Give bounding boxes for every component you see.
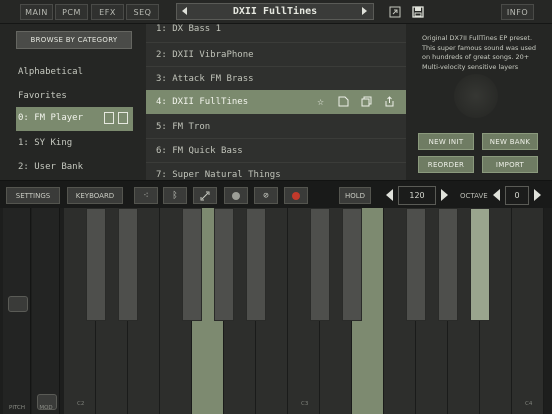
preset-list: 1: DX Bass 1 2: DXII VibraPhone 3: Attac… [146,24,406,180]
browse-by-category-button[interactable]: BROWSE BY CATEGORY [16,31,132,49]
pitch-wheel[interactable]: PITCH [3,208,31,414]
prev-preset-arrow-icon[interactable] [182,7,187,15]
list-item[interactable]: 7: Super Natural Things [146,163,406,180]
mod-label: MOD [39,405,53,411]
tempo-field[interactable]: 120 [398,186,436,205]
share-icon[interactable] [383,95,396,108]
tab-efx[interactable]: EFX [91,4,124,20]
octave-up-arrow-icon[interactable] [534,189,541,201]
octave-field[interactable]: 0 [505,186,529,205]
preset-info-panel: Original DX7II FullTines EP preset. This… [406,24,552,180]
save-icon[interactable] [411,5,425,19]
export-icon[interactable] [388,5,402,19]
import-button[interactable]: IMPORT [482,156,538,173]
tempo-down-arrow-icon[interactable] [386,189,393,201]
octave-marker: C3 [301,401,309,407]
hold-button[interactable]: HOLD [339,187,371,204]
preset-title: DXII FullTines [232,6,318,17]
bluetooth-icon[interactable]: ᛒ [163,187,187,204]
settings-button[interactable]: SETTINGS [6,187,60,204]
black-key[interactable] [342,208,362,321]
keyboard-button[interactable]: KEYBOARD [67,187,123,204]
black-key[interactable] [86,208,106,321]
circle-icon[interactable] [224,187,248,204]
category-alphabetical[interactable]: Alphabetical [18,67,83,77]
edit-icon[interactable] [337,95,350,108]
no-icon[interactable]: ⊘ [254,187,278,204]
bank-user-bank[interactable]: 2: User Bank [18,162,83,172]
black-key[interactable] [310,208,330,321]
new-init-button[interactable]: NEW INIT [418,133,474,150]
list-item[interactable]: 3: Attack FM Brass [146,67,406,91]
preset-description: Original DX7II FullTines EP preset. This… [422,34,537,71]
octave-label: OCTAVE [460,192,488,200]
info-button[interactable]: INFO [501,4,534,20]
mod-wheel[interactable]: MOD [32,208,60,414]
black-key[interactable] [438,208,458,321]
pitch-label: PITCH [9,405,25,411]
tab-main[interactable]: MAIN [20,4,53,20]
control-bar: SETTINGS KEYBOARD ⁖ ᛒ ⊘ HOLD 120 OCTAVE … [0,180,552,208]
category-favorites[interactable]: Favorites [18,91,67,101]
record-icon[interactable] [284,187,308,204]
list-item-selected[interactable]: 4: DXII FullTines ☆ [146,90,406,114]
pitch-wheel-handle[interactable] [8,296,28,312]
black-key[interactable] [470,208,490,321]
tab-seq[interactable]: SEQ [126,4,159,20]
tempo-up-arrow-icon[interactable] [441,189,448,201]
edit-icon[interactable] [104,112,114,124]
link-icon[interactable] [193,187,217,204]
category-panel: BROWSE BY CATEGORY Alphabetical Favorite… [0,24,146,180]
list-item[interactable]: 6: FM Quick Bass [146,139,406,163]
black-key[interactable] [246,208,266,321]
tab-pcm[interactable]: PCM [55,4,88,20]
octave-down-arrow-icon[interactable] [493,189,500,201]
logo-watermark-icon [454,74,498,118]
black-key[interactable] [118,208,138,321]
star-icon[interactable]: ☆ [314,95,327,108]
octave-marker: C2 [77,401,85,407]
black-key[interactable] [406,208,426,321]
copy-icon[interactable] [360,95,373,108]
list-item[interactable]: 2: DXII VibraPhone [146,43,406,67]
top-bar: MAIN PCM EFX SEQ DXII FullTines INFO [0,0,552,24]
bank-sy-king[interactable]: 1: SY King [18,138,72,148]
preset-name: 4: DXII FullTines [156,97,249,107]
next-preset-arrow-icon[interactable] [362,7,367,15]
black-key[interactable] [214,208,234,321]
bank-label: 0: FM Player [18,113,84,123]
preset-selector[interactable]: DXII FullTines [176,3,374,20]
share-icon[interactable] [118,112,128,124]
new-bank-button[interactable]: NEW BANK [482,133,538,150]
reorder-button[interactable]: REORDER [418,156,474,173]
keyboard-area: PITCH MOD C2 C3 C4 [0,208,552,414]
shuffle-icon[interactable]: ⁖ [134,187,158,204]
list-item[interactable]: 1: DX Bass 1 [146,24,406,41]
bank-fm-player[interactable]: 0: FM Player [16,107,133,131]
black-key[interactable] [182,208,202,321]
octave-marker: C4 [525,401,533,407]
list-item[interactable]: 5: FM Tron [146,115,406,139]
white-key[interactable] [512,208,544,414]
